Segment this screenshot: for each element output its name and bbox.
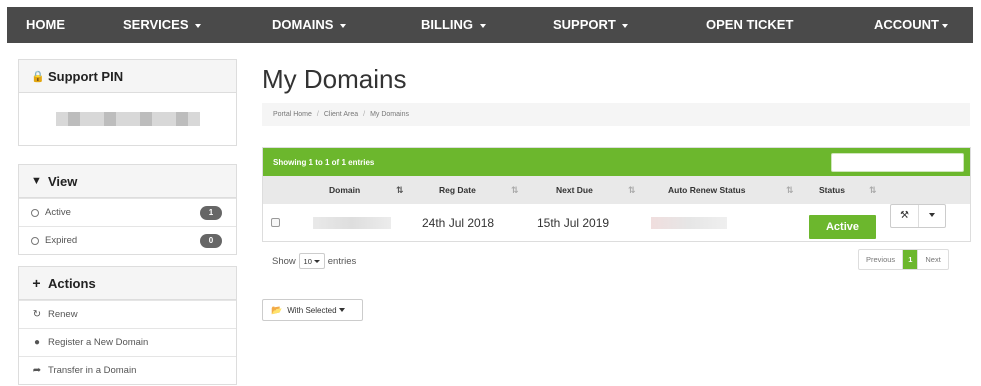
sort-icon: ⇅ <box>511 185 519 195</box>
breadcrumb-client-area[interactable]: Client Area <box>324 111 358 118</box>
chevron-down-icon <box>942 23 948 28</box>
chevron-down-icon <box>338 308 345 312</box>
nav-billing-label: BILLING <box>421 17 473 32</box>
sort-icon: ⇅ <box>869 185 877 195</box>
auto-renew-blurred <box>651 217 727 229</box>
nav-domains-label: DOMAINS <box>272 17 334 32</box>
breadcrumb-separator: / <box>316 111 319 118</box>
show-label: Show <box>272 255 296 267</box>
count-badge: 0 <box>200 234 222 248</box>
breadcrumb-separator: / <box>363 111 366 118</box>
nav-support[interactable]: SUPPORT <box>553 7 629 43</box>
chevron-down-icon <box>340 23 347 28</box>
actions-header: + Actions <box>19 267 236 300</box>
count-badge: 1 <box>200 206 222 220</box>
wrench-icon[interactable]: ⚒ <box>891 205 919 227</box>
support-pin-title: Support PIN <box>48 68 124 84</box>
nav-open-ticket[interactable]: OPEN TICKET <box>706 7 793 43</box>
column-status[interactable]: Status <box>819 176 845 204</box>
refresh-icon: ↻ <box>32 309 42 320</box>
filter-icon: ▼ <box>31 175 42 187</box>
nav-support-label: SUPPORT <box>553 17 616 32</box>
entries-select[interactable]: 10 <box>298 253 325 269</box>
entries-label: entries <box>327 255 357 267</box>
domains-table: Showing 1 to 1 of 1 entries Domain ⇅ Reg… <box>262 147 971 242</box>
column-reg-date[interactable]: Reg Date <box>439 176 476 204</box>
nav-services-label: SERVICES <box>123 17 189 32</box>
chevron-down-icon <box>313 259 320 263</box>
action-renew[interactable]: ↻ Renew <box>19 300 236 328</box>
pagination: Previous 1 Next <box>858 249 949 270</box>
status-badge: Active <box>809 215 876 239</box>
support-pin-header: 🔒 Support PIN <box>19 60 236 93</box>
support-pin-blurred <box>55 112 200 126</box>
column-auto-renew[interactable]: Auto Renew Status <box>668 176 745 204</box>
table-info-text: Showing 1 to 1 of 1 entries <box>273 157 375 167</box>
globe-icon: ● <box>33 337 41 348</box>
nav-account[interactable]: ACCOUNT <box>874 7 948 43</box>
page-title: My Domains <box>262 64 407 94</box>
row-next-due: 15th Jul 2019 <box>537 216 610 230</box>
view-item-label: Active <box>45 207 71 218</box>
chevron-down-icon <box>195 23 202 28</box>
column-next-due[interactable]: Next Due <box>556 176 593 204</box>
support-pin-value <box>19 93 236 145</box>
lock-icon: 🔒 <box>31 70 45 83</box>
top-navigation: HOME SERVICES DOMAINS BILLING SUPPORT OP… <box>7 7 973 43</box>
view-item-label: Expired <box>45 235 78 246</box>
chevron-down-icon <box>929 213 935 218</box>
show-entries-control: Show 10 entries <box>272 253 356 269</box>
sort-icon: ⇅ <box>786 185 794 195</box>
breadcrumb-current: My Domains <box>370 111 409 118</box>
support-pin-panel: 🔒 Support PIN <box>18 59 237 146</box>
radio-icon <box>31 236 39 245</box>
row-checkbox[interactable] <box>271 218 280 227</box>
chevron-down-icon <box>622 23 629 28</box>
plus-icon: + <box>32 275 41 291</box>
actions-title: Actions <box>48 275 96 291</box>
radio-icon <box>31 208 39 217</box>
table-row: 24th Jul 2018 15th Jul 2019 Active ⚒ <box>263 204 970 242</box>
nav-services[interactable]: SERVICES <box>123 7 202 43</box>
sort-icon: ⇅ <box>628 185 636 195</box>
pagination-current-page[interactable]: 1 <box>903 250 918 269</box>
actions-panel: + Actions ↻ Renew ● Register a New Domai… <box>18 266 237 385</box>
nav-billing[interactable]: BILLING <box>421 7 486 43</box>
view-title: View <box>48 173 78 189</box>
nav-domains[interactable]: DOMAINS <box>272 7 347 43</box>
view-panel: ▼ View Active 1 Expired 0 <box>18 164 237 255</box>
table-info-bar: Showing 1 to 1 of 1 entries <box>263 148 970 176</box>
dropdown-toggle[interactable] <box>919 197 945 235</box>
pagination-next[interactable]: Next <box>917 250 947 269</box>
chevron-down-icon <box>479 23 486 28</box>
row-actions-button[interactable]: ⚒ <box>890 204 946 228</box>
view-item-expired[interactable]: Expired 0 <box>19 226 236 254</box>
nav-home[interactable]: HOME <box>26 7 65 43</box>
action-register-domain[interactable]: ● Register a New Domain <box>19 328 236 356</box>
with-selected-button[interactable]: 📂 With Selected <box>262 299 363 321</box>
action-transfer-domain[interactable]: ➦ Transfer in a Domain <box>19 356 236 384</box>
action-label: Renew <box>48 309 78 320</box>
table-search-input[interactable] <box>831 153 964 172</box>
sort-asc-icon: ⇅ <box>396 185 404 195</box>
breadcrumb: Portal Home / Client Area / My Domains <box>262 103 970 126</box>
view-header: ▼ View <box>19 165 236 198</box>
action-label: Transfer in a Domain <box>48 365 137 376</box>
entries-select-value: 10 <box>303 256 312 266</box>
column-domain[interactable]: Domain <box>329 176 360 204</box>
view-item-active[interactable]: Active 1 <box>19 198 236 226</box>
table-header: Domain ⇅ Reg Date ⇅ Next Due ⇅ Auto Rene… <box>263 176 970 204</box>
domain-name-blurred[interactable] <box>313 217 391 229</box>
row-reg-date: 24th Jul 2018 <box>422 216 495 230</box>
breadcrumb-portal-home[interactable]: Portal Home <box>273 111 312 118</box>
with-selected-label: With Selected <box>287 305 337 315</box>
action-label: Register a New Domain <box>48 337 149 348</box>
share-arrow-icon: ➦ <box>32 365 42 376</box>
nav-account-label: ACCOUNT <box>874 17 939 32</box>
pagination-previous[interactable]: Previous <box>859 250 904 269</box>
folder-icon: 📂 <box>271 304 283 315</box>
